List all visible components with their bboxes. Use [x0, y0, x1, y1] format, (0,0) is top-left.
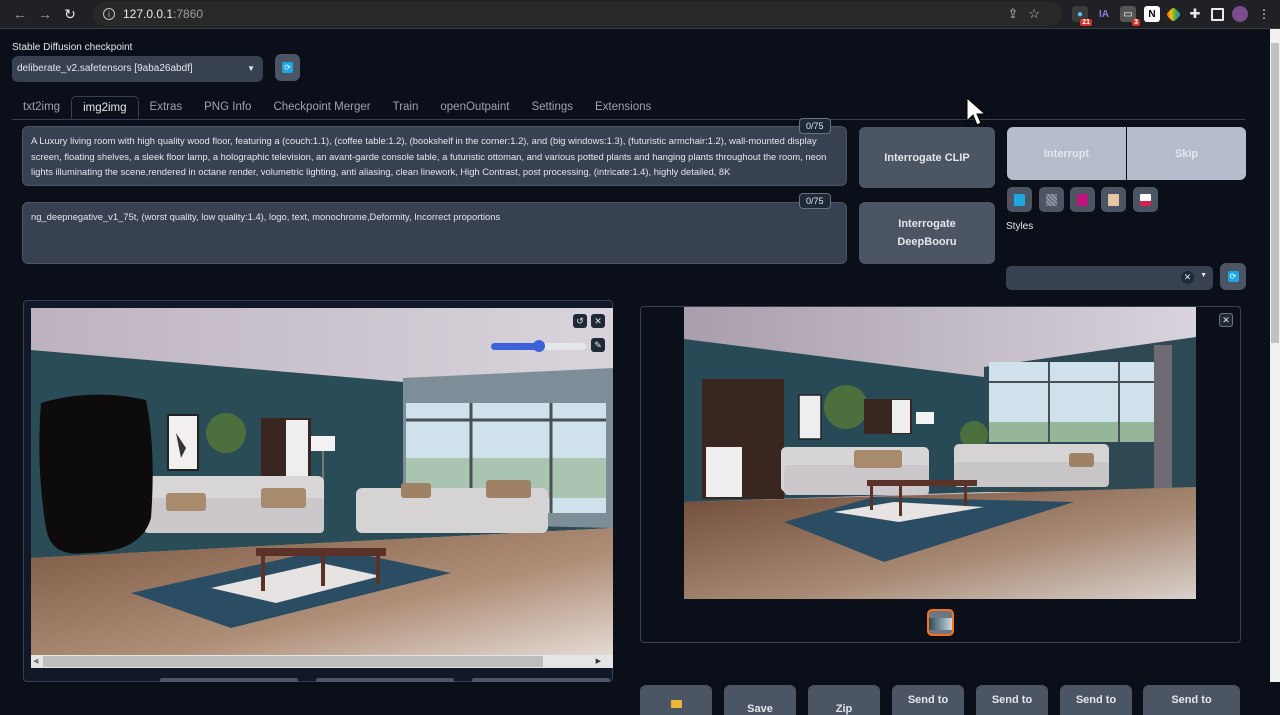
reload-button[interactable]: ↻	[58, 2, 82, 26]
url-host: 127.0.0.1	[123, 7, 174, 21]
apply-style-button[interactable]	[1070, 187, 1095, 212]
main-tabs: txt2img img2img Extras PNG Info Checkpoi…	[12, 96, 1245, 120]
checkpoint-dropdown[interactable]: deliberate_v2.safetensors [9aba26abdf] ▼	[12, 56, 263, 82]
clear-styles-icon[interactable]: ✕	[1181, 271, 1194, 284]
thumbnail-preview	[929, 618, 952, 630]
site-info-icon[interactable]: i	[103, 8, 115, 20]
profile-avatar[interactable]	[1232, 6, 1248, 22]
browser-toolbar: ← → ↻ i 127.0.0.1 :7860 ⇪ ☆ ● 21 IA ▭ 3 N …	[0, 0, 1280, 29]
styles-dropdown[interactable]: ✕ ▼	[1006, 266, 1213, 290]
save-style-icon	[1140, 193, 1151, 206]
negative-prompt-text: ng_deepnegative_v1_75t, (worst quality, …	[31, 211, 501, 222]
generated-image[interactable]	[684, 307, 1196, 599]
prompt-text: A Luxury living room with high quality w…	[31, 135, 827, 177]
chevron-down-icon: ▼	[247, 64, 255, 73]
open-folder-button[interactable]	[640, 685, 712, 715]
clear-prompt-button[interactable]	[1039, 187, 1064, 212]
brush-size-slider[interactable]	[491, 340, 586, 352]
paint-icon	[1014, 193, 1025, 206]
bookmark-star-icon[interactable]: ☆	[1028, 6, 1040, 22]
mouse-cursor-icon	[966, 97, 986, 126]
send-to-img2img-button[interactable]: Send to	[892, 685, 964, 715]
address-bar[interactable]: i 127.0.0.1 :7860 ⇪ ☆	[93, 2, 1062, 26]
brush-icon[interactable]: ✎	[591, 338, 605, 352]
url-port: :7860	[173, 7, 204, 21]
brush-size-handle[interactable]	[532, 340, 545, 352]
refresh-checkpoints-button[interactable]: ⟳	[275, 54, 300, 81]
negative-prompt-textarea[interactable]: ng_deepnegative_v1_75t, (worst quality, …	[22, 202, 847, 264]
forward-button[interactable]: →	[33, 2, 57, 26]
living-room-output-image	[684, 307, 1196, 599]
tab-checkpoint-merger[interactable]: Checkpoint Merger	[262, 96, 381, 119]
style-icon	[1077, 193, 1088, 206]
tab-settings[interactable]: Settings	[520, 96, 584, 119]
tab-extensions[interactable]: Extensions	[584, 96, 662, 119]
puzzle-extensions-icon[interactable]: ✚	[1187, 6, 1203, 22]
skip-button[interactable]: Skip	[1127, 127, 1246, 180]
menu-kebab-icon[interactable]: ⋮	[1256, 6, 1272, 22]
clipboard-icon	[1108, 193, 1119, 206]
paste-style-button[interactable]	[1101, 187, 1126, 212]
living-room-image	[31, 308, 613, 659]
share-icon[interactable]: ⇪	[1007, 6, 1018, 22]
interrogate-clip-button[interactable]: Interrogate CLIP	[859, 127, 995, 188]
send-to-inpaint-button[interactable]: Send to	[976, 685, 1048, 715]
page-scrollbar-thumb[interactable]	[1271, 43, 1279, 343]
scroll-left-arrow[interactable]: ◀	[33, 657, 38, 665]
scrollbar-thumb[interactable]	[43, 656, 543, 667]
save-button[interactable]: Save	[724, 685, 796, 715]
clear-canvas-button[interactable]: ✕	[591, 314, 605, 328]
side-panel-icon[interactable]	[1211, 7, 1224, 21]
refresh-icon: ⟳	[1227, 271, 1239, 282]
notion-icon[interactable]: N	[1144, 6, 1160, 22]
extensions-bar: ● 21 IA ▭ 3 N ✚ ⋮	[1072, 6, 1272, 26]
send-to-extras-button[interactable]: Send to	[1060, 685, 1132, 715]
undo-button[interactable]: ↺	[573, 314, 587, 328]
colorful-extension-icon[interactable]	[1165, 6, 1182, 22]
extension-ia-icon[interactable]: IA	[1096, 6, 1112, 22]
extension-3-icon[interactable]: ▭ 3	[1120, 6, 1140, 26]
scroll-right-arrow[interactable]: ▶	[596, 657, 601, 665]
send-to-openoutpaint-button[interactable]: Send to	[1143, 685, 1240, 715]
save-style-button[interactable]	[1133, 187, 1158, 212]
refresh-styles-button[interactable]: ⟳	[1220, 263, 1246, 290]
chevron-down-icon: ▼	[1200, 272, 1207, 279]
close-image-button[interactable]: ✕	[1219, 313, 1233, 327]
folder-icon	[670, 700, 682, 708]
tab-img2img[interactable]: img2img	[71, 96, 139, 119]
bottom-controls-hint	[160, 678, 610, 682]
gallery-thumbnail[interactable]	[927, 609, 954, 636]
refresh-icon: ⟳	[282, 62, 293, 73]
zip-button[interactable]: Zip	[808, 685, 880, 715]
checkpoint-label: Stable Diffusion checkpoint	[12, 42, 133, 53]
tab-txt2img[interactable]: txt2img	[12, 96, 71, 119]
checkpoint-value: deliberate_v2.safetensors [9aba26abdf]	[17, 63, 193, 74]
back-button[interactable]: ←	[8, 2, 32, 26]
styles-label: Styles	[1006, 221, 1034, 232]
webui-page: Stable Diffusion checkpoint deliberate_v…	[0, 29, 1270, 715]
trash-icon	[1046, 193, 1057, 206]
brush-size-fill	[491, 343, 539, 350]
inpaint-canvas[interactable]	[31, 308, 613, 659]
tab-extras[interactable]: Extras	[139, 96, 194, 119]
tab-train[interactable]: Train	[382, 96, 430, 119]
page-scrollbar[interactable]	[1270, 29, 1280, 682]
prompt-textarea[interactable]: A Luxury living room with high quality w…	[22, 126, 847, 186]
paint-button[interactable]	[1007, 187, 1032, 212]
prompt-token-counter: 0/75	[799, 118, 831, 134]
interrupt-button[interactable]: Interrupt	[1007, 127, 1126, 180]
tab-png-info[interactable]: PNG Info	[193, 96, 262, 119]
interrogate-deepbooru-button[interactable]: Interrogate DeepBooru	[859, 202, 995, 264]
negative-prompt-token-counter: 0/75	[799, 193, 831, 209]
tab-openoutpaint[interactable]: openOutpaint	[429, 96, 520, 119]
canvas-horizontal-scrollbar[interactable]: ◀ ▶	[31, 655, 613, 668]
extension-1-icon[interactable]: ● 21	[1072, 6, 1092, 26]
